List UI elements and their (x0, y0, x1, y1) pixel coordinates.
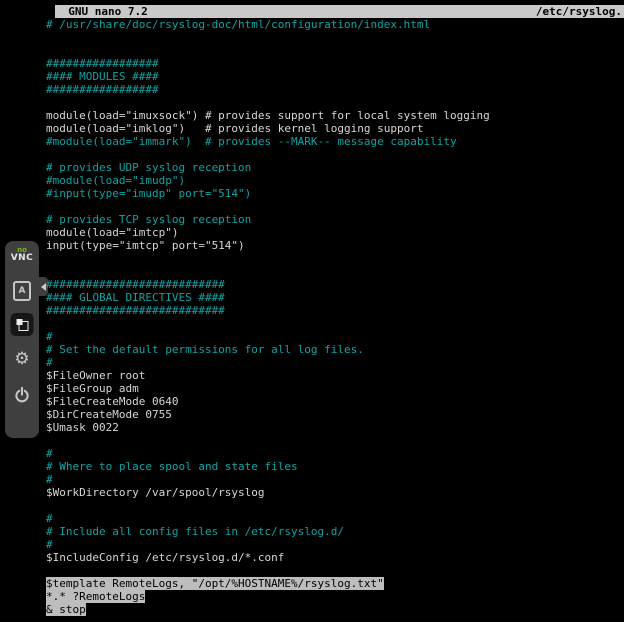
editor-line: module(load="imuxsock") # provides suppo… (46, 109, 624, 122)
editor-line: # (46, 473, 624, 486)
editor-content[interactable]: # /usr/share/doc/rsyslog-doc/html/config… (46, 18, 624, 616)
editor-line: # Where to place spool and state files (46, 460, 624, 473)
editor-line: ################# (46, 83, 624, 96)
gear-icon: ⚙ (14, 351, 29, 368)
editor-line: $FileCreateMode 0640 (46, 395, 624, 408)
power-button[interactable] (10, 382, 34, 406)
fullscreen-icon (15, 318, 29, 332)
editor-line: $FileGroup adm (46, 382, 624, 395)
editor-line: # Set the default permissions for all lo… (46, 343, 624, 356)
editor-line: $IncludeConfig /etc/rsyslog.d/*.conf (46, 551, 624, 564)
editor-line (46, 252, 624, 265)
editor-line (46, 265, 624, 278)
editor-line (46, 31, 624, 44)
fullscreen-button[interactable] (11, 313, 34, 336)
editor-line (46, 148, 624, 161)
editor-line: $Umask 0022 (46, 421, 624, 434)
editor-line: # (46, 512, 624, 525)
editor-line: ################# (46, 57, 624, 70)
settings-button[interactable]: ⚙ (10, 347, 34, 371)
editor-line: #module(load="imudp") (46, 174, 624, 187)
clipboard-icon: A (13, 281, 31, 301)
editor-line: # /usr/share/doc/rsyslog-doc/html/config… (46, 18, 624, 31)
editor-line: # provides TCP syslog reception (46, 213, 624, 226)
novnc-logo-vnc: VNC (5, 254, 39, 262)
editor-line (46, 44, 624, 57)
editor-line: # Include all config files in /etc/rsysl… (46, 525, 624, 538)
editor-line (46, 434, 624, 447)
editor-line: # (46, 356, 624, 369)
clipboard-button[interactable]: A (10, 279, 34, 303)
editor-line: input(type="imtcp" port="514") (46, 239, 624, 252)
editor-line (46, 564, 624, 577)
editor-line: $WorkDirectory /var/spool/rsyslog (46, 486, 624, 499)
editor-line (46, 200, 624, 213)
editor-line: #### MODULES #### (46, 70, 624, 83)
screen: no VNC A ⚙ GNU nano 7.2 /etc/rsyslog. # … (0, 0, 624, 622)
editor-line: #module(load="immark") # provides --MARK… (46, 135, 624, 148)
editor-line (46, 96, 624, 109)
editor-line: # (46, 447, 624, 460)
editor-line: # (46, 538, 624, 551)
editor-line: *.* ?RemoteLogs (46, 590, 624, 603)
editor-line: module(load="imtcp") (46, 226, 624, 239)
editor-line: & stop (46, 603, 624, 616)
novnc-control-bar: no VNC A ⚙ (5, 241, 39, 438)
editor-line: ########################### (46, 304, 624, 317)
nano-terminal[interactable]: GNU nano 7.2 /etc/rsyslog. # /usr/share/… (46, 5, 624, 622)
editor-line (46, 317, 624, 330)
editor-line: ########################### (46, 278, 624, 291)
editor-line: #### GLOBAL DIRECTIVES #### (46, 291, 624, 304)
nano-titlebar: GNU nano 7.2 /etc/rsyslog. (55, 5, 624, 18)
nano-version: GNU nano 7.2 (55, 5, 148, 18)
editor-line: #input(type="imudp" port="514") (46, 187, 624, 200)
editor-line: $FileOwner root (46, 369, 624, 382)
nano-filename: /etc/rsyslog. (536, 5, 622, 18)
editor-line: # (46, 330, 624, 343)
editor-line: $template RemoteLogs, "/opt/%HOSTNAME%/r… (46, 577, 624, 590)
editor-line: module(load="imklog") # provides kernel … (46, 122, 624, 135)
editor-line (46, 499, 624, 512)
power-icon (13, 385, 31, 403)
editor-line: # provides UDP syslog reception (46, 161, 624, 174)
editor-line: $DirCreateMode 0755 (46, 408, 624, 421)
novnc-logo: no VNC (5, 246, 39, 262)
